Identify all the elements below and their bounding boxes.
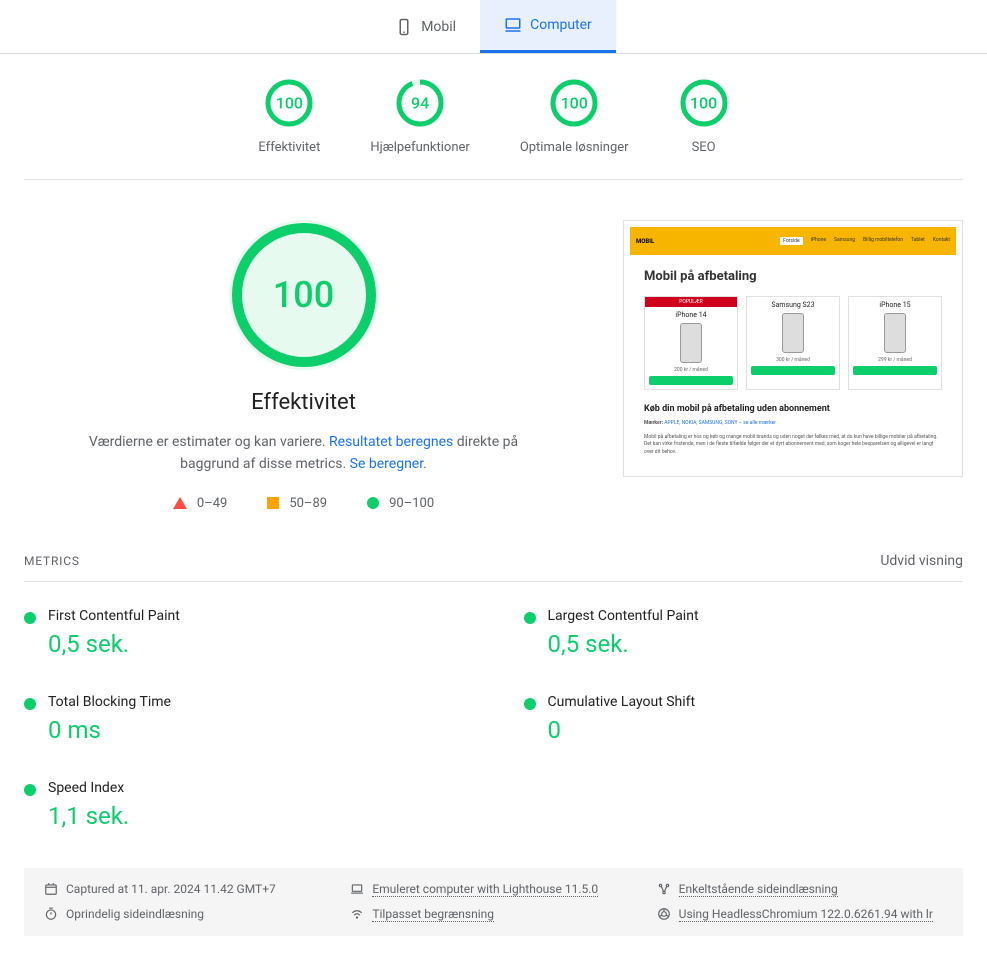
thumb-card: Samsung S23 300 kr / måned <box>746 296 840 390</box>
single-load-info: Enkeltstående sideindlæsning <box>657 882 943 897</box>
captured-info: Captured at 11. apr. 2024 11.42 GMT+7 <box>44 882 330 897</box>
status-dot-icon <box>24 784 36 796</box>
expand-view-button[interactable]: Udvid visning <box>880 553 963 569</box>
initial-load-info: Oprindelig sideindlæsning <box>44 907 330 922</box>
gauge-best-practices: 100 <box>549 78 599 128</box>
score-label: SEO <box>679 140 729 155</box>
chrome-icon <box>657 907 671 921</box>
metrics-grid: First Contentful Paint 0,5 sek. Largest … <box>24 590 963 848</box>
metric-lcp: Largest Contentful Paint 0,5 sek. <box>524 590 964 676</box>
score-seo[interactable]: 100 SEO <box>679 78 729 155</box>
computer-icon <box>504 16 522 34</box>
score-label: Hjælpefunktioner <box>370 140 469 155</box>
metric-tbt: Total Blocking Time 0 ms <box>24 676 464 762</box>
metric-fcp: First Contentful Paint 0,5 sek. <box>24 590 464 676</box>
tab-computer[interactable]: Computer <box>480 0 616 53</box>
score-label: Optimale løsninger <box>520 140 629 155</box>
calc-link[interactable]: Resultatet beregnes <box>329 434 453 450</box>
gauge-seo: 100 <box>679 78 729 128</box>
metric-si: Speed Index 1,1 sek. <box>24 762 464 848</box>
square-icon <box>267 497 279 509</box>
performance-title: Effektivitet <box>24 390 583 415</box>
gauge-large: 100 <box>229 220 379 370</box>
gauge-accessibility: 94 <box>395 78 445 128</box>
environment-footer: Captured at 11. apr. 2024 11.42 GMT+7 Em… <box>24 868 963 936</box>
category-scores: 100 Effektivitet 94 Hjælpefunktioner 100… <box>24 54 963 180</box>
network-icon <box>657 882 671 896</box>
device-tabs: Mobil Computer <box>0 0 987 54</box>
emulated-info: Emuleret computer with Lighthouse 11.5.0 <box>350 882 636 897</box>
performance-detail: 100 Effektivitet Værdierne er estimater … <box>24 220 583 511</box>
metrics-heading: METRICS <box>24 554 80 568</box>
page-screenshot-thumbnail: MOBIL ForsideiPhoneSamsungBillig mobilte… <box>623 220 963 477</box>
status-dot-icon <box>524 698 536 710</box>
gauge-performance: 100 <box>264 78 314 128</box>
score-accessibility[interactable]: 94 Hjælpefunktioner <box>370 78 469 155</box>
calculator-link[interactable]: Se beregner <box>350 456 423 472</box>
metric-cls: Cumulative Layout Shift 0 <box>524 676 964 762</box>
timer-icon <box>44 907 58 921</box>
mobile-icon <box>395 18 413 36</box>
thumb-card: POPULÆR iPhone 14 200 kr / måned <box>644 296 738 390</box>
throttle-info: Tilpasset begrænsning <box>350 907 636 922</box>
thumb-title: Mobil på afbetaling <box>644 269 942 284</box>
score-legend: 0–49 50–89 90–100 <box>24 496 583 511</box>
wifi-icon <box>350 907 364 921</box>
status-dot-icon <box>524 612 536 624</box>
laptop-icon <box>350 882 364 896</box>
status-dot-icon <box>24 698 36 710</box>
triangle-icon <box>173 497 187 509</box>
score-label: Effektivitet <box>258 140 320 155</box>
legend-pass: 90–100 <box>367 496 434 511</box>
chrome-info: Using HeadlessChromium 122.0.6261.94 wit… <box>657 907 943 922</box>
score-performance[interactable]: 100 Effektivitet <box>258 78 320 155</box>
tab-mobile-label: Mobil <box>421 19 456 35</box>
score-best-practices[interactable]: 100 Optimale løsninger <box>520 78 629 155</box>
circle-icon <box>367 497 379 509</box>
thumb-card: iPhone 15 299 kr / måned <box>848 296 942 390</box>
status-dot-icon <box>24 612 36 624</box>
legend-average: 50–89 <box>267 496 327 511</box>
tab-mobile[interactable]: Mobil <box>371 0 480 53</box>
thumb-header: MOBIL ForsideiPhoneSamsungBillig mobilte… <box>630 227 956 255</box>
calendar-icon <box>44 882 58 896</box>
tab-computer-label: Computer <box>530 17 592 33</box>
performance-description: Værdierne er estimater og kan variere. R… <box>64 431 544 476</box>
legend-fail: 0–49 <box>173 496 227 511</box>
